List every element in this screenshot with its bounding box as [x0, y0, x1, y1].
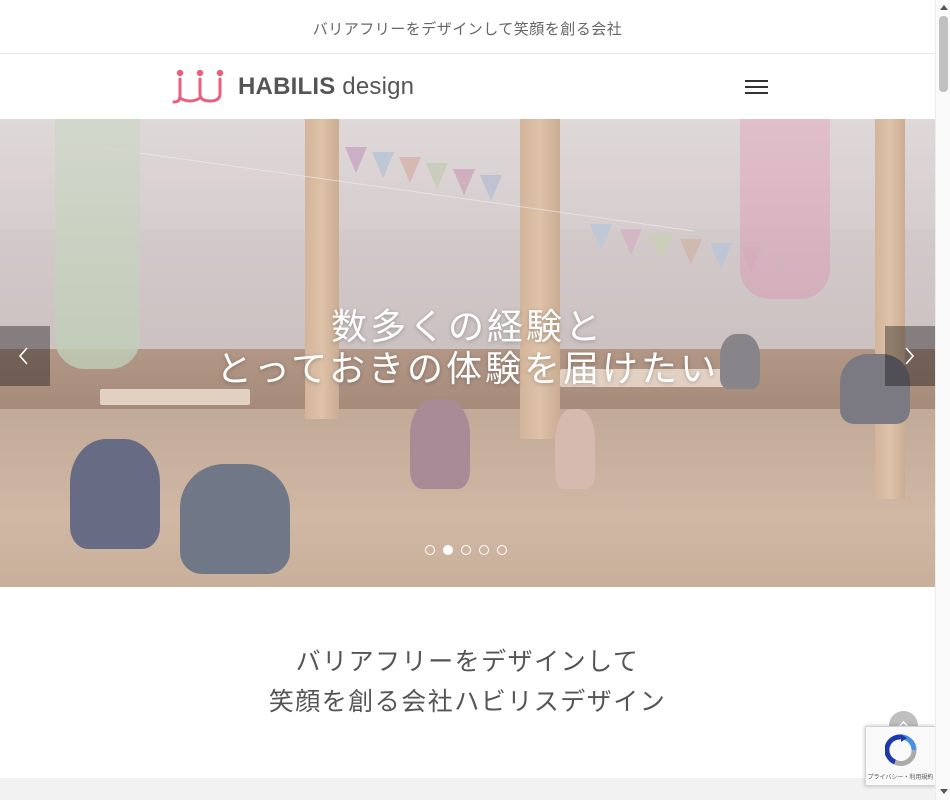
scrollbar-thumb[interactable]: [939, 16, 948, 92]
site-logo[interactable]: HABILIS design: [172, 68, 414, 106]
slider-dot-2[interactable]: [443, 545, 453, 555]
slider-dot-4[interactable]: [479, 545, 489, 555]
slider-pagination: [425, 545, 507, 555]
logo-wordmark: HABILIS design: [238, 73, 414, 101]
vertical-scrollbar[interactable]: [935, 0, 950, 800]
page: バリアフリーをデザインして笑顔を創る会社 HABILIS design 数多くの…: [0, 0, 950, 800]
hero-headline: 数多くの経験と とっておきの体験を届けたい: [0, 307, 935, 391]
hero-slider: 数多くの経験と とっておきの体験を届けたい: [0, 119, 935, 587]
recaptcha-icon: [885, 734, 917, 766]
slider-next-button[interactable]: [885, 326, 935, 386]
hero-headline-line1: 数多くの経験と: [330, 307, 604, 348]
chevron-left-icon: [18, 347, 28, 365]
intro-heading-line2: 笑顔を創る会社ハビリスデザイン: [268, 687, 667, 716]
next-section-edge: [0, 778, 935, 800]
scroll-down-arrow[interactable]: [940, 789, 948, 794]
habilis-logo-icon: [172, 69, 224, 104]
intro-section: バリアフリーをデザインして 笑顔を創る会社ハビリスデザイン: [0, 587, 935, 778]
top-tagline-bar: バリアフリーをデザインして笑顔を創る会社: [0, 0, 935, 54]
site-header: HABILIS design: [0, 54, 935, 119]
site-tagline: バリアフリーをデザインして笑顔を創る会社: [312, 20, 623, 38]
hamburger-icon[interactable]: [745, 80, 769, 96]
scroll-up-arrow[interactable]: [940, 5, 948, 10]
intro-heading-line1: バリアフリーをデザインして: [295, 647, 640, 676]
logo-text-habilis: HABILIS: [238, 73, 336, 100]
recaptcha-legal-links[interactable]: プライバシー・利用規約: [866, 772, 935, 781]
slider-dot-3[interactable]: [461, 545, 471, 555]
slider-prev-button[interactable]: [0, 326, 50, 386]
logo-text-design: design: [335, 73, 415, 100]
slider-dot-1[interactable]: [425, 545, 435, 555]
hero-headline-line2: とっておきの体験を届けたい: [215, 349, 720, 390]
chevron-right-icon: [905, 347, 915, 365]
recaptcha-badge[interactable]: プライバシー・利用規約: [865, 726, 935, 786]
slider-dot-5[interactable]: [497, 545, 507, 555]
